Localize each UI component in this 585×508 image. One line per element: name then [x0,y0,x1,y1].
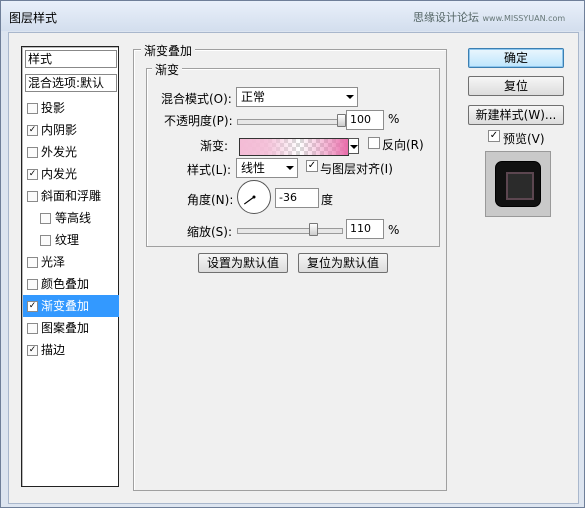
preview-checkbox[interactable]: ✓ [488,130,500,142]
style-item-label: 内阴影 [41,123,78,137]
reverse-label: 反向(R) [382,138,424,152]
layer-style-dialog: 图层样式 思缘设计论坛 www.MISSYUAN.com 样式 混合选项:默认 … [0,0,585,508]
align-with-layer-label: 与图层对齐(I) [320,162,393,176]
align-with-layer-checkbox[interactable]: ✓ [306,160,318,172]
angle-dial[interactable] [237,180,271,214]
style-item-checkbox[interactable]: ✓ [27,345,38,356]
opacity-input[interactable]: 100 [346,110,384,130]
style-item-label: 纹理 [55,233,80,247]
angle-needle-icon [243,195,256,205]
style-item-label: 颜色叠加 [41,277,90,291]
angle-unit: 度 [321,193,334,207]
style-item-label: 外发光 [41,145,78,159]
scale-input[interactable]: 110 [346,219,384,239]
style-item-label: 投影 [41,101,66,115]
gradient-picker-button[interactable] [348,138,359,154]
chevron-down-icon [350,145,358,149]
watermark: 思缘设计论坛 www.MISSYUAN.com [413,9,565,25]
reverse-checkbox[interactable] [368,137,380,149]
gradient-overlay-title: 渐变叠加 [141,42,196,59]
style-item-label: 斜面和浮雕 [41,189,102,203]
scale-label: 缩放(S): [187,225,233,239]
dialog-body: 样式 混合选项:默认 投影 ✓ 内阴影 外发光 ✓ 内发光 斜面和浮雕 等高线 纹理 光泽 颜色叠加… [8,32,579,504]
style-item-label: 等高线 [55,211,92,225]
style-item-checkbox[interactable] [27,103,38,114]
style-item-checkbox[interactable]: ✓ [27,301,38,312]
style-item-checkbox[interactable]: ✓ [27,125,38,136]
set-as-default-button[interactable]: 设置为默认值 [198,253,288,273]
style-preview-thumbnail [485,151,551,217]
title-bar[interactable]: 图层样式 思缘设计论坛 www.MISSYUAN.com [1,1,584,31]
reset-to-default-button[interactable]: 复位为默认值 [298,253,388,273]
styles-list: 样式 混合选项:默认 投影 ✓ 内阴影 外发光 ✓ 内发光 斜面和浮雕 等高线 纹理 光泽 颜色叠加… [21,46,119,487]
opacity-slider-track[interactable] [237,119,343,125]
chevron-down-icon [286,166,294,170]
style-item-label: 渐变叠加 [41,299,90,313]
style-item-checkbox[interactable] [27,147,38,158]
opacity-slider-thumb[interactable] [337,114,346,127]
preview-inner [506,172,534,200]
angle-input[interactable]: -36 [275,188,319,208]
style-item[interactable]: 斜面和浮雕 [23,185,119,207]
ok-button[interactable]: 确定 [468,48,564,68]
blend-mode-value: 正常 [241,90,266,104]
style-label: 样式(L): [187,163,232,177]
blend-mode-label: 混合模式(O): [161,92,232,106]
preview-shape [495,161,541,207]
watermark-text: 思缘设计论坛 [413,11,479,24]
opacity-unit: % [388,112,400,126]
style-item[interactable]: 外发光 [23,141,119,163]
gradient-subgroup-title: 渐变 [152,61,183,78]
window-title: 图层样式 [9,11,58,25]
style-item-checkbox[interactable] [27,279,38,290]
style-item-label: 图案叠加 [41,321,90,335]
scale-unit: % [388,223,400,237]
style-item-label: 光泽 [41,255,66,269]
chevron-down-icon [346,95,354,99]
styles-header[interactable]: 样式 [25,50,117,68]
style-item-checkbox[interactable] [27,257,38,268]
style-item-checkbox[interactable] [40,235,51,246]
new-style-button[interactable]: 新建样式(W)... [468,105,564,125]
style-item-label: 内发光 [41,167,78,181]
scale-slider-thumb[interactable] [309,223,319,236]
style-item-checkbox[interactable] [27,323,38,334]
angle-label: 角度(N): [187,193,234,207]
style-item-label: 描边 [41,343,66,357]
scale-slider-track[interactable] [237,228,343,234]
reset-button[interactable]: 复位 [468,76,564,96]
blend-options-item[interactable]: 混合选项:默认 [25,74,117,92]
style-item[interactable]: 等高线 [23,207,119,229]
style-item[interactable]: ✓ 渐变叠加 [23,295,119,317]
style-item-checkbox[interactable]: ✓ [27,169,38,180]
style-item[interactable]: 光泽 [23,251,119,273]
style-item[interactable]: 纹理 [23,229,119,251]
style-select[interactable]: 线性 [236,158,298,178]
style-value: 线性 [241,161,266,175]
blend-mode-select[interactable]: 正常 [236,87,358,107]
style-item-checkbox[interactable] [27,191,38,202]
style-item[interactable]: ✓ 内发光 [23,163,119,185]
gradient-swatch[interactable] [239,138,349,156]
style-item[interactable]: ✓ 描边 [23,339,119,361]
style-item[interactable]: 投影 [23,97,119,119]
style-item[interactable]: 图案叠加 [23,317,119,339]
opacity-label: 不透明度(P): [164,114,233,128]
gradient-label: 渐变: [200,139,229,153]
style-item[interactable]: ✓ 内阴影 [23,119,119,141]
watermark-site: www.MISSYUAN.com [482,14,566,23]
preview-label: 预览(V) [503,132,545,146]
style-item[interactable]: 颜色叠加 [23,273,119,295]
style-item-checkbox[interactable] [40,213,51,224]
